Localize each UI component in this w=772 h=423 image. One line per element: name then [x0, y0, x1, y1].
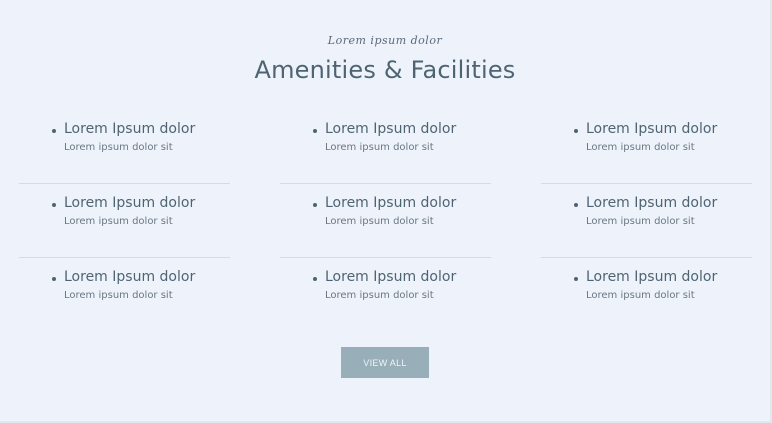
bullet-icon [313, 129, 317, 133]
amenity-subtitle: Lorem ipsum dolor sit [586, 142, 695, 153]
view-all-button[interactable]: VIEW ALL [341, 347, 429, 378]
amenity-item: Lorem Ipsum dolor Lorem ipsum dolor sit [280, 184, 491, 258]
amenity-item: Lorem Ipsum dolor Lorem ipsum dolor sit [541, 184, 752, 258]
amenity-subtitle: Lorem ipsum dolor sit [325, 290, 434, 301]
section-script-title: Lorem ipsum dolor [327, 34, 443, 47]
amenity-subtitle: Lorem ipsum dolor sit [64, 216, 173, 227]
amenity-subtitle: Lorem ipsum dolor sit [64, 142, 173, 153]
amenity-subtitle: Lorem ipsum dolor sit [586, 216, 695, 227]
section-title: Amenities & Facilities [254, 56, 516, 84]
bullet-icon [574, 277, 578, 281]
amenities-column-3: Lorem Ipsum dolor Lorem ipsum dolor sit … [541, 110, 752, 332]
bullet-icon [52, 129, 56, 133]
amenity-item: Lorem Ipsum dolor Lorem ipsum dolor sit [541, 110, 752, 184]
amenity-title: Lorem Ipsum dolor [64, 121, 196, 137]
bullet-icon [52, 277, 56, 281]
amenities-section: Lorem ipsum dolor Amenities & Facilities… [0, 0, 772, 423]
amenity-subtitle: Lorem ipsum dolor sit [586, 290, 695, 301]
bullet-icon [574, 129, 578, 133]
amenities-column-1: Lorem Ipsum dolor Lorem ipsum dolor sit … [19, 110, 230, 332]
amenity-subtitle: Lorem ipsum dolor sit [325, 142, 434, 153]
amenities-column-2: Lorem Ipsum dolor Lorem ipsum dolor sit … [280, 110, 491, 332]
amenity-item: Lorem Ipsum dolor Lorem ipsum dolor sit [541, 258, 752, 332]
amenity-title: Lorem Ipsum dolor [64, 269, 196, 285]
bullet-icon [574, 203, 578, 207]
amenity-title: Lorem Ipsum dolor [325, 121, 457, 137]
bullet-icon [313, 203, 317, 207]
amenity-title: Lorem Ipsum dolor [64, 195, 196, 211]
amenity-item: Lorem Ipsum dolor Lorem ipsum dolor sit [19, 110, 230, 184]
amenity-title: Lorem Ipsum dolor [586, 121, 718, 137]
amenities-row: Lorem Ipsum dolor Lorem ipsum dolor sit … [19, 110, 752, 332]
amenity-item: Lorem Ipsum dolor Lorem ipsum dolor sit [19, 184, 230, 258]
amenity-title: Lorem Ipsum dolor [325, 269, 457, 285]
amenity-title: Lorem Ipsum dolor [586, 269, 718, 285]
amenity-item: Lorem Ipsum dolor Lorem ipsum dolor sit [280, 258, 491, 332]
amenity-title: Lorem Ipsum dolor [586, 195, 718, 211]
amenity-subtitle: Lorem ipsum dolor sit [64, 290, 173, 301]
amenity-item: Lorem Ipsum dolor Lorem ipsum dolor sit [280, 110, 491, 184]
bullet-icon [52, 203, 56, 207]
amenity-subtitle: Lorem ipsum dolor sit [325, 216, 434, 227]
amenities-grid: Lorem Ipsum dolor Lorem ipsum dolor sit … [19, 110, 752, 332]
amenity-title: Lorem Ipsum dolor [325, 195, 457, 211]
bullet-icon [313, 277, 317, 281]
amenity-item: Lorem Ipsum dolor Lorem ipsum dolor sit [19, 258, 230, 332]
